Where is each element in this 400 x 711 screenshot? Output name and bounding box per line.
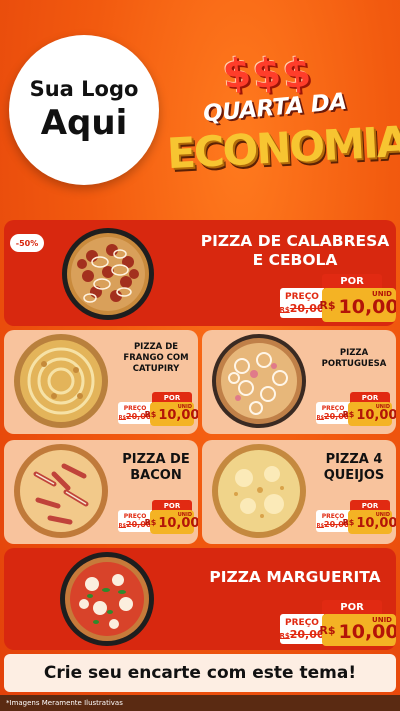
pizza-4-queijos-image — [212, 444, 306, 538]
pizza-frango-icon — [14, 334, 108, 428]
price-box: UNID R$ 10,00 — [319, 288, 396, 322]
currency: R$ — [144, 517, 157, 527]
pizza-portuguesa-image — [212, 334, 306, 428]
item-name-portuguesa: PIZZA PORTUGUESA — [321, 348, 387, 369]
old-price: R$20,00 — [279, 301, 325, 315]
price-box: UNID R$ 10,00 — [343, 510, 396, 534]
currency: R$ — [319, 623, 336, 637]
featured-name-marguerita: PIZZA MARGUERITA — [209, 568, 381, 586]
price-box: UNID R$ 10,00 — [145, 402, 198, 426]
price-value: 10,00 — [338, 296, 396, 318]
footer-disclaimer: *Imagens Meramente Ilustrativas — [0, 695, 400, 711]
dollar-signs: $ $ $ — [220, 49, 313, 99]
unit-label: UNID — [177, 404, 192, 410]
item-card-portuguesa[interactable]: PIZZA PORTUGUESA POR PREÇO R$20,00 UNID … — [202, 330, 396, 434]
logo-text-line1: Sua Logo — [29, 77, 139, 101]
item-name-frango: PIZZA DE FRANGO COM CATUPIRY — [123, 342, 189, 374]
featured-card-calabresa[interactable]: -50% PIZZA DE CALABRESA E CEBOLA POR PRE… — [4, 220, 396, 326]
old-price: R$20,00 — [279, 627, 325, 641]
dollar-sign: $ — [250, 49, 284, 99]
unit-label: UNID — [372, 290, 392, 298]
item-card-bacon[interactable]: PIZZA DE BACON POR PREÇO R$20,00 UNID R$… — [4, 440, 198, 544]
pizza-marguerita-image — [60, 552, 154, 646]
pizza-4-queijos-icon — [212, 444, 306, 538]
pizza-marguerita-icon — [60, 552, 154, 646]
price-box: UNID R$ 10,00 — [319, 614, 396, 646]
old-price-tag: PREÇO R$20,00 — [279, 288, 325, 318]
old-price-tag: PREÇO R$20,00 — [279, 614, 325, 644]
price-value: 10,00 — [356, 408, 396, 423]
currency: R$ — [342, 409, 355, 419]
por-label: POR — [322, 600, 382, 615]
featured-card-marguerita[interactable]: PIZZA MARGUERITA POR PREÇO R$20,00 UNID … — [4, 548, 396, 650]
price-value: 10,00 — [158, 408, 198, 423]
price-box: UNID R$ 10,00 — [145, 510, 198, 534]
preco-label: PREÇO — [123, 513, 147, 520]
title-line2: ECONOMIA — [165, 116, 400, 179]
unit-label: UNID — [177, 512, 192, 518]
price-value: 10,00 — [356, 516, 396, 531]
price-value: 10,00 — [158, 516, 198, 531]
currency: R$ — [342, 517, 355, 527]
logo-placeholder: Sua Logo Aqui — [9, 35, 159, 185]
pizza-calabresa-icon — [62, 228, 154, 320]
pizza-frango-image — [14, 334, 108, 428]
pizza-bacon-image — [14, 444, 108, 538]
preco-label: PREÇO — [321, 513, 345, 520]
preco-label: PREÇO — [123, 405, 147, 412]
preco-label: PREÇO — [285, 291, 319, 302]
discount-badge: -50% — [10, 234, 44, 252]
featured-name-calabresa: PIZZA DE CALABRESA E CEBOLA — [200, 232, 390, 269]
cta-banner[interactable]: Crie seu encarte com este tema! — [4, 654, 396, 692]
campaign-title: $ $ $ QUARTA DA ECONOMIA — [165, 45, 400, 185]
preco-label: PREÇO — [285, 617, 319, 628]
pizza-bacon-icon — [14, 444, 108, 538]
dollar-sign: $ — [220, 49, 254, 99]
currency: R$ — [319, 298, 336, 312]
price-box: UNID R$ 10,00 — [343, 402, 396, 426]
unit-label: UNID — [372, 616, 392, 624]
price-value: 10,00 — [338, 621, 396, 643]
unit-label: UNID — [375, 404, 390, 410]
item-card-4-queijos[interactable]: PIZZA 4 QUEIJOS POR PREÇO R$20,00 UNID R… — [202, 440, 396, 544]
pizza-portuguesa-icon — [212, 334, 306, 428]
item-card-frango[interactable]: PIZZA DE FRANGO COM CATUPIRY POR PREÇO R… — [4, 330, 198, 434]
item-name-bacon: PIZZA DE BACON — [122, 452, 190, 483]
preco-label: PREÇO — [321, 405, 345, 412]
unit-label: UNID — [375, 512, 390, 518]
item-name-4-queijos: PIZZA 4 QUEIJOS — [323, 452, 385, 483]
currency: R$ — [144, 409, 157, 419]
por-label: POR — [322, 274, 382, 289]
logo-text-line2: Aqui — [40, 103, 128, 143]
pizza-calabresa-image — [62, 228, 154, 320]
